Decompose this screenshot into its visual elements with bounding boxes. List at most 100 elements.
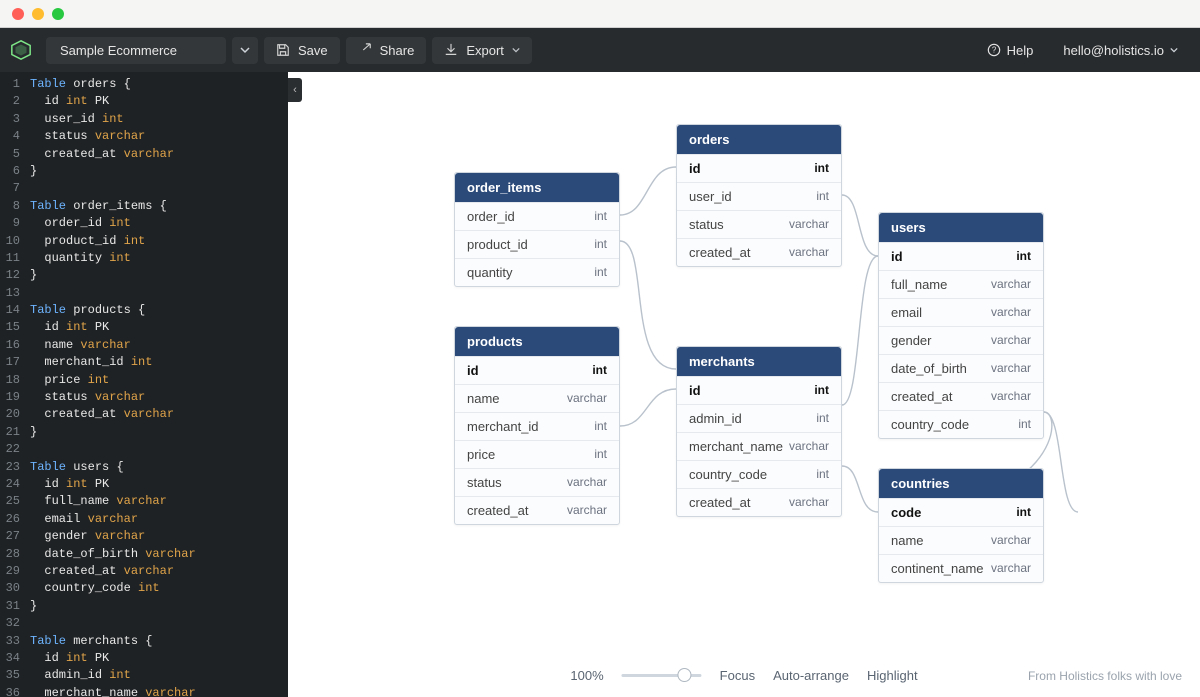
code-line: 15 id int PK: [0, 319, 288, 336]
footer-credit: From Holistics folks with love: [1028, 669, 1182, 683]
share-button[interactable]: Share: [346, 37, 427, 64]
code-line: 23Table users {: [0, 459, 288, 476]
code-line: 33Table merchants {: [0, 633, 288, 650]
table-header[interactable]: products: [455, 327, 619, 356]
canvas-controls: 100% Focus Auto-arrange Highlight: [570, 668, 917, 683]
save-button[interactable]: Save: [264, 37, 340, 64]
table-header[interactable]: order_items: [455, 173, 619, 202]
help-link[interactable]: ? Help: [975, 37, 1046, 64]
code-line: 22: [0, 441, 288, 458]
minimize-window-icon[interactable]: [32, 8, 44, 20]
table-column[interactable]: idint: [879, 242, 1043, 270]
table-column[interactable]: created_atvarchar: [677, 238, 841, 266]
zoom-percentage: 100%: [570, 668, 603, 683]
table-card-order_items[interactable]: order_itemsorder_idintproduct_idintquant…: [454, 172, 620, 287]
code-line: 29 created_at varchar: [0, 563, 288, 580]
save-label: Save: [298, 43, 328, 58]
code-line: 36 merchant_name varchar: [0, 685, 288, 697]
table-column[interactable]: country_codeint: [879, 410, 1043, 438]
project-dropdown-toggle[interactable]: [232, 37, 258, 64]
code-line: 1Table orders {: [0, 76, 288, 93]
table-card-users[interactable]: usersidintfull_namevarcharemailvarcharge…: [878, 212, 1044, 439]
table-column[interactable]: statusvarchar: [455, 468, 619, 496]
code-line: 18 price int: [0, 372, 288, 389]
table-column[interactable]: product_idint: [455, 230, 619, 258]
table-column[interactable]: created_atvarchar: [677, 488, 841, 516]
zoom-slider[interactable]: [622, 674, 702, 677]
code-line: 21}: [0, 424, 288, 441]
chevron-down-icon: [1170, 46, 1178, 54]
code-line: 31}: [0, 598, 288, 615]
share-icon: [358, 43, 372, 57]
code-line: 35 admin_id int: [0, 667, 288, 684]
table-column[interactable]: gendervarchar: [879, 326, 1043, 354]
table-card-merchants[interactable]: merchantsidintadmin_idintmerchant_nameva…: [676, 346, 842, 517]
code-line: 7: [0, 180, 288, 197]
project-select[interactable]: Sample Ecommerce: [46, 37, 226, 64]
svg-text:?: ?: [991, 46, 996, 55]
table-card-orders[interactable]: ordersidintuser_idintstatusvarcharcreate…: [676, 124, 842, 267]
user-menu[interactable]: hello@holistics.io: [1051, 37, 1190, 64]
focus-button[interactable]: Focus: [720, 668, 755, 683]
table-card-countries[interactable]: countriescodeintnamevarcharcontinent_nam…: [878, 468, 1044, 583]
table-column[interactable]: merchant_namevarchar: [677, 432, 841, 460]
code-line: 6}: [0, 163, 288, 180]
table-column[interactable]: statusvarchar: [677, 210, 841, 238]
table-header[interactable]: orders: [677, 125, 841, 154]
table-column[interactable]: namevarchar: [879, 526, 1043, 554]
table-column[interactable]: idint: [677, 376, 841, 404]
highlight-button[interactable]: Highlight: [867, 668, 918, 683]
user-email: hello@holistics.io: [1063, 43, 1164, 58]
table-column[interactable]: namevarchar: [455, 384, 619, 412]
code-line: 34 id int PK: [0, 650, 288, 667]
help-icon: ?: [987, 43, 1001, 57]
table-header[interactable]: users: [879, 213, 1043, 242]
zoom-slider-thumb[interactable]: [678, 668, 692, 682]
table-column[interactable]: order_idint: [455, 202, 619, 230]
chevron-down-icon: [240, 45, 250, 55]
table-column[interactable]: country_codeint: [677, 460, 841, 488]
code-line: 28 date_of_birth varchar: [0, 546, 288, 563]
code-line: 4 status varchar: [0, 128, 288, 145]
table-column[interactable]: continent_namevarchar: [879, 554, 1043, 582]
table-card-products[interactable]: productsidintnamevarcharmerchant_idintpr…: [454, 326, 620, 525]
table-column[interactable]: codeint: [879, 498, 1043, 526]
code-line: 19 status varchar: [0, 389, 288, 406]
code-line: 9 order_id int: [0, 215, 288, 232]
export-label: Export: [466, 43, 504, 58]
code-line: 26 email varchar: [0, 511, 288, 528]
code-editor[interactable]: 1Table orders {2 id int PK3 user_id int4…: [0, 72, 288, 697]
table-column[interactable]: user_idint: [677, 182, 841, 210]
table-column[interactable]: created_atvarchar: [879, 382, 1043, 410]
code-line: 13: [0, 285, 288, 302]
code-line: 2 id int PK: [0, 93, 288, 110]
code-line: 3 user_id int: [0, 111, 288, 128]
code-line: 30 country_code int: [0, 580, 288, 597]
table-column[interactable]: admin_idint: [677, 404, 841, 432]
table-header[interactable]: merchants: [677, 347, 841, 376]
table-column[interactable]: priceint: [455, 440, 619, 468]
chevron-left-icon: ‹: [293, 84, 297, 96]
autoarrange-button[interactable]: Auto-arrange: [773, 668, 849, 683]
code-line: 20 created_at varchar: [0, 406, 288, 423]
close-window-icon[interactable]: [12, 8, 24, 20]
collapse-editor-handle[interactable]: ‹: [288, 78, 302, 102]
table-column[interactable]: quantityint: [455, 258, 619, 286]
table-column[interactable]: emailvarchar: [879, 298, 1043, 326]
code-line: 24 id int PK: [0, 476, 288, 493]
table-column[interactable]: full_namevarchar: [879, 270, 1043, 298]
code-line: 12}: [0, 267, 288, 284]
table-column[interactable]: merchant_idint: [455, 412, 619, 440]
maximize-window-icon[interactable]: [52, 8, 64, 20]
diagram-canvas[interactable]: 100% Focus Auto-arrange Highlight From H…: [288, 72, 1200, 697]
chevron-down-icon: [512, 46, 520, 54]
table-column[interactable]: created_atvarchar: [455, 496, 619, 524]
app-logo-icon: [10, 39, 32, 61]
share-label: Share: [380, 43, 415, 58]
code-line: 5 created_at varchar: [0, 146, 288, 163]
table-column[interactable]: idint: [455, 356, 619, 384]
table-column[interactable]: date_of_birthvarchar: [879, 354, 1043, 382]
export-button[interactable]: Export: [432, 37, 532, 64]
table-header[interactable]: countries: [879, 469, 1043, 498]
table-column[interactable]: idint: [677, 154, 841, 182]
